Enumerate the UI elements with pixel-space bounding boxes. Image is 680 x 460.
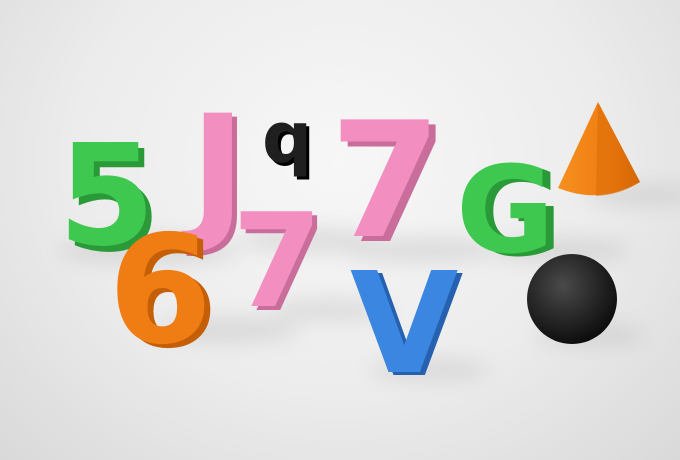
orange-cone: [558, 102, 640, 196]
glyph-6: 6 6: [108, 204, 218, 382]
glyph-7-small-face: 7: [232, 185, 322, 337]
glyph-7-small: 7 7: [232, 185, 327, 341]
glyph-g: G G: [456, 142, 563, 284]
glyph-q: q q: [262, 97, 315, 182]
glyph-6-face: 6: [108, 204, 212, 378]
glyph-v-face: V: [350, 243, 458, 406]
glyph-g-face: G: [456, 142, 555, 281]
glyph-v: V V: [350, 243, 463, 409]
glyph-q-face: q: [262, 97, 312, 179]
scene-canvas: 5 5 J J q q 7 7 G G 6 6 7 7 V V: [58, 84, 680, 409]
rendered-3d-scene: 5 5 J J q q 7 7 G G 6 6 7 7 V V: [0, 0, 680, 460]
